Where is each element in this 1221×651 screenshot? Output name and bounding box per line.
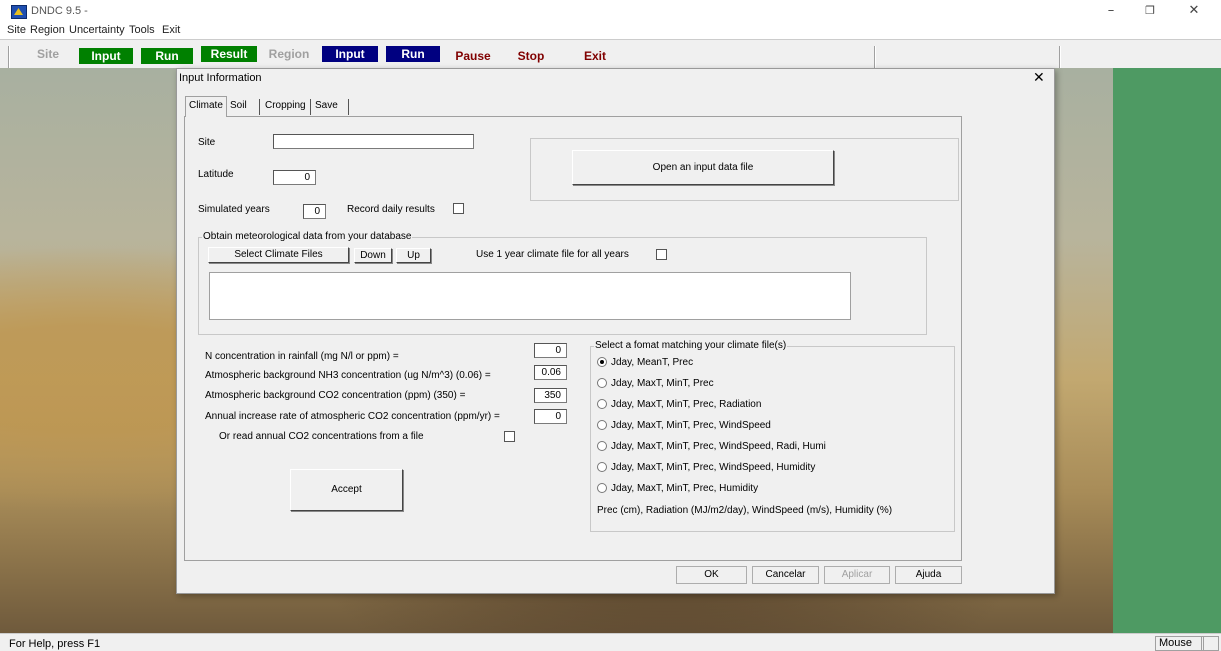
restore-icon[interactable]: ❐ bbox=[1140, 4, 1160, 18]
site-input[interactable] bbox=[273, 134, 474, 149]
toolbar-separator bbox=[8, 46, 10, 68]
format-label-2: Jday, MaxT, MinT, Prec, Radiation bbox=[611, 399, 762, 410]
n-rainfall-label: N concentration in rainfall (mg N/l or p… bbox=[205, 351, 399, 362]
format-label-1: Jday, MaxT, MinT, Prec bbox=[611, 378, 714, 389]
format-label-6: Jday, MaxT, MinT, Prec, Humidity bbox=[611, 483, 759, 494]
format-radio-6[interactable] bbox=[597, 483, 607, 493]
format-radio-3[interactable] bbox=[597, 420, 607, 430]
co2-input[interactable]: 350 bbox=[534, 388, 567, 403]
nh3-input[interactable]: 0.06 bbox=[534, 365, 567, 380]
status-bar: For Help, press F1 Mouse bbox=[0, 633, 1221, 651]
format-radio-4[interactable] bbox=[597, 441, 607, 451]
tab-separator bbox=[259, 99, 260, 115]
window-title: DNDC 9.5 - bbox=[31, 5, 88, 17]
site-button[interactable]: Site bbox=[28, 46, 68, 62]
tab-climate[interactable]: Climate bbox=[185, 96, 227, 117]
stop-button[interactable]: Stop bbox=[508, 48, 554, 64]
down-button[interactable]: Down bbox=[354, 248, 392, 263]
region-run-button[interactable]: Run bbox=[386, 46, 440, 62]
latitude-input[interactable]: 0 bbox=[273, 170, 316, 185]
latitude-label: Latitude bbox=[198, 169, 234, 180]
menu-tools[interactable]: Tools bbox=[129, 24, 155, 36]
format-radio-0[interactable] bbox=[597, 357, 607, 367]
format-label-0: Jday, MeanT, Prec bbox=[611, 357, 694, 368]
accept-button[interactable]: Accept bbox=[290, 469, 403, 511]
format-radio-5[interactable] bbox=[597, 462, 607, 472]
up-button[interactable]: Up bbox=[396, 248, 431, 263]
toolbar: Site Input Run Result Region Input Run P… bbox=[0, 39, 1221, 69]
close-window-icon[interactable]: ✕ bbox=[1184, 4, 1204, 18]
format-label-5: Jday, MaxT, MinT, Prec, WindSpeed, Humid… bbox=[611, 462, 816, 473]
record-daily-checkbox[interactable] bbox=[453, 203, 464, 214]
menu-site[interactable]: Site bbox=[7, 24, 26, 36]
one-year-climate-checkbox[interactable] bbox=[656, 249, 667, 260]
format-group-label: Select a fomat matching your climate fil… bbox=[594, 340, 788, 351]
ok-button[interactable]: OK bbox=[676, 566, 747, 584]
menu-uncertainty[interactable]: Uncertainty bbox=[69, 24, 125, 36]
open-input-file-button[interactable]: Open an input data file bbox=[572, 150, 834, 185]
side-panel bbox=[1113, 68, 1221, 633]
units-note: Prec (cm), Radiation (MJ/m2/day), WindSp… bbox=[597, 505, 893, 516]
format-label-4: Jday, MaxT, MinT, Prec, WindSpeed, Radi,… bbox=[611, 441, 826, 452]
pause-button[interactable]: Pause bbox=[448, 48, 498, 64]
apply-button[interactable]: Aplicar bbox=[824, 566, 890, 584]
simulated-years-label: Simulated years bbox=[198, 204, 270, 215]
dialog-close-icon[interactable]: ✕ bbox=[1033, 70, 1045, 86]
n-rainfall-input[interactable]: 0 bbox=[534, 343, 567, 358]
exit-button[interactable]: Exit bbox=[572, 48, 618, 64]
co2-rate-label: Annual increase rate of atmospheric CO2 … bbox=[205, 411, 500, 422]
mouse-indicator: Mouse bbox=[1155, 636, 1204, 651]
menu-region[interactable]: Region bbox=[30, 24, 65, 36]
region-button[interactable]: Region bbox=[264, 46, 314, 62]
format-radio-2[interactable] bbox=[597, 399, 607, 409]
climate-files-list[interactable] bbox=[209, 272, 851, 320]
tab-soil[interactable]: Soil bbox=[227, 97, 250, 115]
co2-file-checkbox[interactable] bbox=[504, 431, 515, 442]
co2-label: Atmospheric background CO2 concentration… bbox=[205, 390, 466, 401]
title-bar: DNDC 9.5 - – ❐ ✕ bbox=[0, 0, 1221, 22]
menu-bar: Site Region Uncertainty Tools Exit bbox=[0, 22, 1221, 39]
input-information-dialog: Input Information ✕ Climate Soil Croppin… bbox=[176, 68, 1055, 594]
help-button[interactable]: Ajuda bbox=[895, 566, 962, 584]
format-radio-1[interactable] bbox=[597, 378, 607, 388]
simulated-years-input[interactable]: 0 bbox=[303, 204, 326, 219]
menu-exit[interactable]: Exit bbox=[162, 24, 180, 36]
site-label: Site bbox=[198, 137, 216, 148]
co2-file-label: Or read annual CO2 concentrations from a… bbox=[219, 431, 424, 442]
format-label-3: Jday, MaxT, MinT, Prec, WindSpeed bbox=[611, 420, 771, 431]
nh3-label: Atmospheric background NH3 concentration… bbox=[205, 370, 491, 381]
co2-rate-input[interactable]: 0 bbox=[534, 409, 567, 424]
select-climate-files-button[interactable]: Select Climate Files bbox=[208, 247, 349, 263]
toolbar-separator bbox=[1059, 46, 1061, 68]
minimize-icon[interactable]: – bbox=[1101, 4, 1121, 18]
toolbar-separator bbox=[874, 46, 876, 68]
one-year-climate-label: Use 1 year climate file for all years bbox=[476, 249, 629, 260]
record-daily-label: Record daily results bbox=[347, 204, 435, 215]
tab-separator bbox=[310, 99, 311, 115]
region-input-button[interactable]: Input bbox=[322, 46, 378, 62]
app-icon bbox=[11, 5, 27, 19]
tab-save[interactable]: Save bbox=[312, 97, 341, 115]
cancel-button[interactable]: Cancelar bbox=[752, 566, 819, 584]
run-button[interactable]: Run bbox=[141, 48, 193, 64]
tab-cropping[interactable]: Cropping bbox=[262, 97, 309, 115]
result-button[interactable]: Result bbox=[201, 46, 257, 62]
tab-separator bbox=[348, 99, 349, 115]
meteorological-group-label: Obtain meteorological data from your dat… bbox=[202, 231, 413, 242]
dialog-title: Input Information bbox=[179, 72, 262, 84]
climate-tab-panel: Site Latitude 0 Simulated years 0 Record… bbox=[184, 116, 962, 561]
input-button[interactable]: Input bbox=[79, 48, 133, 64]
status-pane bbox=[1201, 636, 1219, 651]
status-help-text: For Help, press F1 bbox=[9, 638, 101, 650]
